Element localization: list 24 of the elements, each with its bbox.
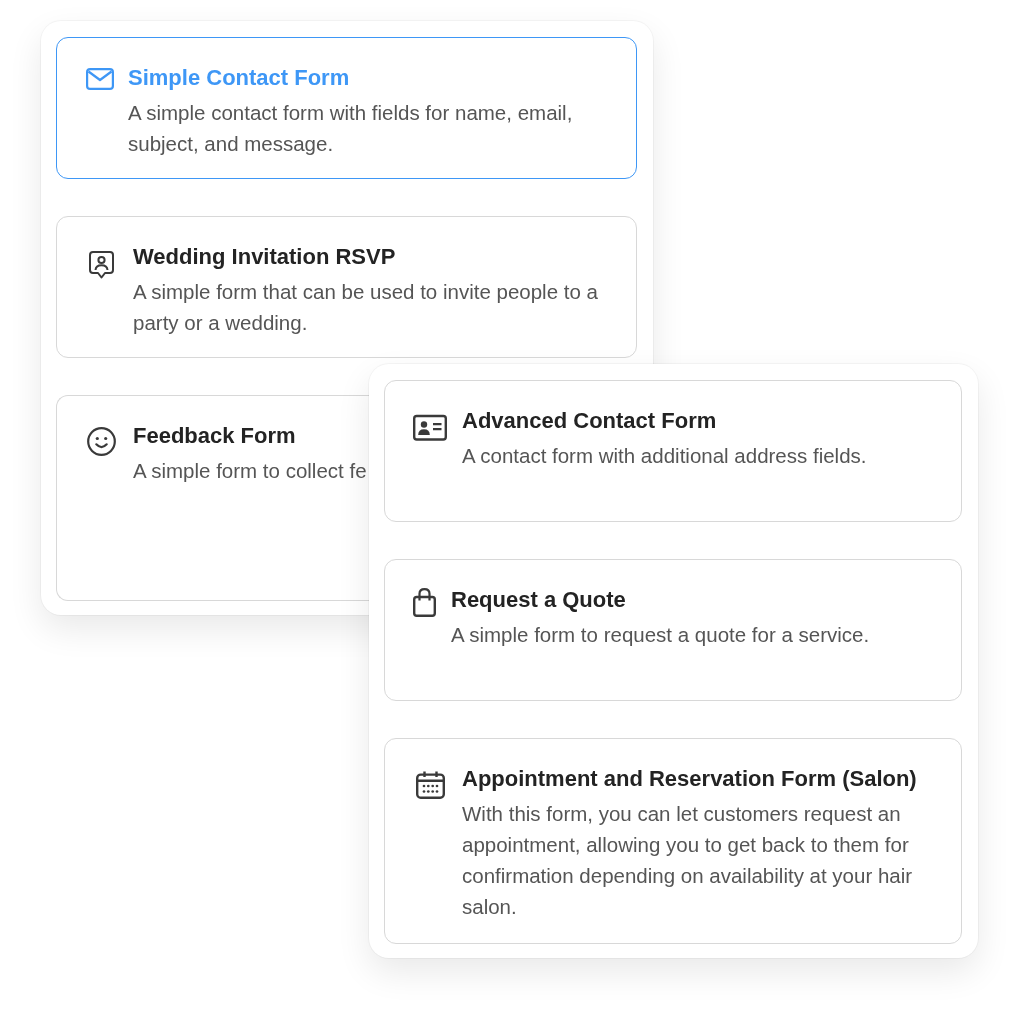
person-badge-icon (89, 251, 114, 279)
envelope-icon (86, 68, 114, 90)
template-title: Advanced Contact Form (462, 407, 718, 435)
template-card[interactable]: Simple Contact Form A simple contact form with fields for name, email, subject, and message. (56, 37, 637, 179)
template-title: Request a Quote (451, 586, 627, 614)
template-title: Feedback Form (133, 422, 297, 450)
calendar-icon (416, 771, 445, 799)
template-card[interactable]: Feedback Form A simple form to collect fe (56, 395, 369, 601)
template-description: A simple form to collect fe (133, 458, 367, 484)
smiley-icon (87, 427, 116, 456)
template-title: Simple Contact Form (128, 64, 351, 92)
template-title: Appointment and Reservation Form (Salon) (462, 765, 918, 793)
template-description: A simple form to request a quote for a service. (451, 622, 870, 648)
template-description: With this form, you can let customers request an appointment, allowing you to get back to them for confirmation depending on availability at your hair salon. (462, 801, 914, 920)
template-card[interactable]: Wedding Invitation RSVP A simple form that can be used to invite people to a party or a wedding. (56, 216, 637, 358)
template-card[interactable]: Request a Quote A simple form to request a quote for a service. (384, 559, 962, 701)
template-description: A contact form with additional address fields. (462, 443, 867, 469)
template-card[interactable]: Appointment and Reservation Form (Salon) With this form, you can let customers request an appointment, allowing you to get back to them for confirmation depending on availability at your hair salon. (384, 738, 962, 944)
template-card[interactable]: Advanced Contact Form A contact form with additional address fields. (384, 380, 962, 522)
template-description: A simple contact form with fields for name, email, subject, and message. (128, 100, 574, 157)
id-card-icon (413, 413, 447, 441)
template-description: A simple form that can be used to invite people to a party or a wedding. (133, 279, 599, 336)
template-title: Wedding Invitation RSVP (133, 243, 397, 271)
shopping-bag-icon (413, 588, 436, 617)
